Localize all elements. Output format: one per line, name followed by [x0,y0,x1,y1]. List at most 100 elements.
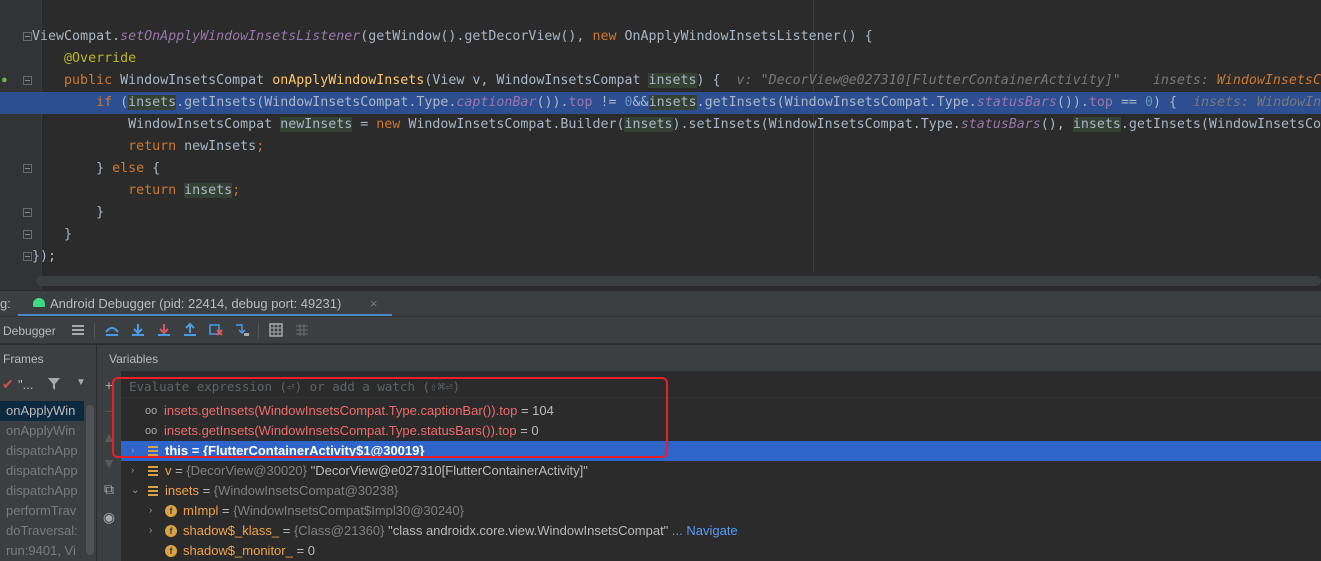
code-line[interactable]: public WindowInsetsCompat onApplyWindowI… [0,70,1321,92]
frame-item[interactable]: dispatchApp [0,481,84,501]
debugger-toolbar: Debugger [0,316,1321,344]
equals-sign: = [517,403,533,418]
code-line[interactable]: WindowInsetsCompat newInsets = new Windo… [0,114,1321,136]
expand-toggle-icon[interactable]: › [131,441,141,461]
code-token: .getInsets(WindowInsetsCompat.Type. [176,95,457,110]
thread-selector[interactable]: "... [18,377,33,392]
debugger-label[interactable]: Debugger [3,324,56,338]
watch-row[interactable]: oo insets.getInsets(WindowInsetsCompat.Ty… [121,421,1321,441]
filter-icon[interactable] [48,378,60,390]
expand-toggle-icon[interactable]: › [149,501,159,521]
android-icon [33,298,45,307]
code-token: ()). [536,95,569,110]
drop-frame-icon[interactable] [208,322,224,338]
code-token: v: "DecorView@e027310[FlutterContainerAc… [736,73,1217,88]
remove-watch-icon[interactable]: − [101,403,117,419]
variable-row[interactable]: › this = {FlutterContainerActivity$1@3001… [121,441,1321,461]
watch-eye-icon[interactable]: ◉ [101,509,117,525]
code-token: (), [1040,117,1073,132]
move-down-icon[interactable]: ▼ [101,455,117,471]
close-tab-icon[interactable]: × [370,296,378,311]
frame-item[interactable]: onApplyWin [0,401,84,421]
debugger-tab-label: Android Debugger (pid: 22414, debug port… [50,296,342,311]
code-token: ; [232,183,241,198]
frame-item[interactable]: onApplyWin [0,421,84,441]
code-line[interactable]: return insets; [0,180,1321,202]
frame-item[interactable]: dispatchApp [0,461,84,481]
layout-settings-icon[interactable] [70,322,86,338]
frame-item[interactable]: performTrav [0,501,84,521]
code-token: != [592,95,625,110]
frames-scrollbar[interactable] [86,405,94,555]
variable-row[interactable]: › f mImpl = {WindowInsetsCompat$Impl30@302… [121,501,1321,521]
watch-row[interactable]: oo insets.getInsets(WindowInsetsCompat.Ty… [121,401,1321,421]
variable-row[interactable]: › f shadow$_klass_ = {Class@21360} "class … [121,521,1321,541]
code-token: }); [32,249,57,264]
code-token: .getInsets(WindowInsetsCompat.Type. [696,95,977,110]
add-watch-icon[interactable]: + [101,377,117,393]
step-out-icon[interactable] [182,322,198,338]
code-token: WindowInsetsCompat.Builder( [408,117,625,132]
step-over-icon[interactable] [130,322,146,338]
code-token: ; [256,139,265,154]
code-token: newInsets [280,117,353,132]
frame-item[interactable]: doTraversal: [0,521,84,541]
watch-value: 0 [531,423,539,438]
code-token: = [352,117,377,132]
code-token: (View v, WindowInsetsCompat [424,73,649,88]
thread-suspended-check-icon: ✔ [2,376,14,392]
code-editor[interactable]: ● ● ViewCompat.setOnApplyWindowInsetsLis… [0,0,1321,290]
variable-type: {WindowInsetsCompat$Impl30@30240} [233,503,464,518]
frames-title: Frames [3,352,44,366]
variable-value: "DecorView@e027310[FlutterContainerActiv… [306,463,588,478]
code-token: captionBar [456,95,537,110]
code-token: insets [624,117,673,132]
code-token: insets [184,183,233,198]
variable-name: shadow$_klass_ [183,523,280,538]
editor-horizontal-scrollbar[interactable] [36,276,1321,286]
evaluate-expression-input[interactable]: Evaluate expression (⏎) or add a watch (… [121,376,1321,398]
code-token: WindowInsetsCompat [120,73,273,88]
code-lines[interactable]: ViewCompat.setOnApplyWindowInsetsListene… [0,26,1321,268]
step-into-icon[interactable] [156,322,172,338]
tool-window-prefix: g: [0,296,11,311]
code-token: ) { [696,73,737,88]
code-line[interactable]: }); [0,246,1321,268]
code-token: (getWindow().getDecorView(), [360,29,593,44]
chevron-down-icon[interactable]: ▼ [76,377,86,388]
frame-item[interactable]: run:9401, Vi [0,541,84,561]
code-line[interactable]: @Override [0,48,1321,70]
frame-item[interactable]: dispatchApp [0,441,84,461]
android-debugger-tab[interactable]: Android Debugger (pid: 22414, debug port… [18,291,392,317]
watch-expression: insets.getInsets(WindowInsetsCompat.Type… [164,403,518,418]
trace-current-stream-icon[interactable] [294,322,310,338]
code-token: ViewCompat. [32,29,121,44]
code-line[interactable]: return newInsets; [0,136,1321,158]
expand-toggle-icon[interactable]: › [131,461,141,481]
toolbar-separator [94,323,95,339]
copy-icon[interactable]: ⧉ [101,481,117,497]
code-line[interactable]: ViewCompat.setOnApplyWindowInsetsListene… [0,26,1321,48]
execution-line[interactable]: if (insets.getInsets(WindowInsetsCompat.… [0,92,1321,114]
variable-row[interactable]: ⌄ insets = {WindowInsetsCompat@30238} [121,481,1321,501]
variables-title: Variables [109,352,159,366]
variable-name: mImpl [183,503,219,518]
code-line[interactable]: } [0,224,1321,246]
equals-sign: = [292,543,308,558]
variable-row[interactable]: f shadow$_monitor_ = 0 [121,541,1321,561]
variable-row[interactable]: › v = {DecorView@30020} "DecorView@e02731… [121,461,1321,481]
equals-sign: = [188,443,203,458]
evaluate-expression-icon[interactable] [268,322,284,338]
move-up-icon[interactable]: ▲ [101,429,117,445]
expand-toggle-icon[interactable]: ⌄ [131,481,141,501]
expand-toggle-icon[interactable]: › [149,521,159,541]
show-execution-point-icon[interactable] [104,322,120,338]
run-to-cursor-icon[interactable] [234,322,250,338]
field-icon: f [165,505,177,517]
code-line[interactable]: } else { [0,158,1321,180]
navigate-link[interactable]: ... Navigate [668,523,738,538]
code-line[interactable]: } [0,202,1321,224]
